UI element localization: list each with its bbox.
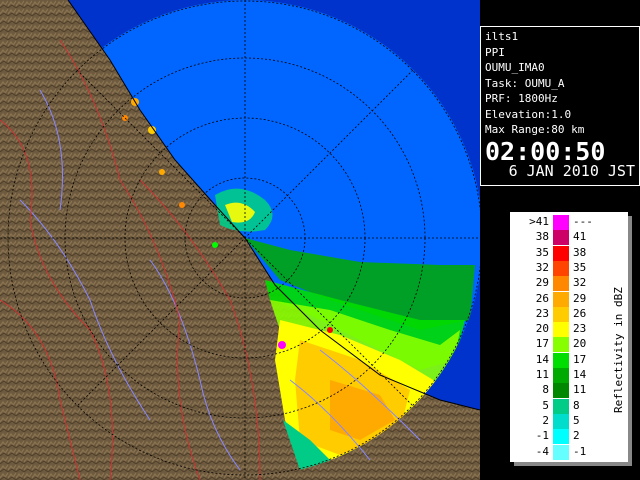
- legend-upper-bound: 35: [573, 260, 587, 274]
- legend-lower-bound: 5: [542, 398, 549, 412]
- legend-lower-bound: >41: [529, 215, 549, 228]
- legend-upper-bound: -1: [573, 444, 587, 458]
- prf-label: PRF: 1800Hz: [485, 92, 558, 105]
- legend-row: 32 35: [511, 260, 611, 276]
- legend-upper-bound: 38: [573, 245, 587, 259]
- legend-row: >41 ---: [511, 215, 611, 230]
- legend-swatch: [553, 291, 569, 307]
- legend-row: 20 23: [511, 322, 611, 338]
- legend-lower-bound: 35: [535, 245, 549, 259]
- legend-upper-bound: 17: [573, 352, 587, 366]
- legend-title: Reflectivity in dBZ: [612, 287, 625, 413]
- reflectivity-legend: >41 --- 38 41 35 38 32 35 29 32 26 29 23 26 20 23 17 20 14…: [510, 212, 628, 462]
- legend-swatch: [553, 413, 569, 429]
- legend-swatch: [553, 444, 569, 460]
- legend-swatch: [553, 230, 569, 246]
- radar-ppi-display[interactable]: [0, 0, 480, 480]
- legend-lower-bound: 14: [535, 352, 549, 366]
- legend-swatch: [553, 276, 569, 292]
- scan-name: OUMU_IMA0: [485, 61, 545, 74]
- legend-upper-bound: 2: [573, 429, 580, 443]
- task-label: Task: OUMU_A: [485, 76, 565, 90]
- legend-lower-bound: 17: [535, 337, 549, 351]
- scan-date: 6 JAN 2010 JST: [508, 161, 635, 180]
- legend-upper-bound: 26: [573, 306, 587, 320]
- legend-upper-bound: 14: [573, 368, 587, 381]
- legend-lower-bound: 2: [542, 413, 549, 427]
- station-name: ilts1: [485, 30, 519, 43]
- legend-row: 17 20: [511, 337, 611, 353]
- legend-row: 29 32: [511, 276, 611, 292]
- legend-row: 35 38: [511, 245, 611, 261]
- legend-lower-bound: 11: [535, 368, 549, 381]
- scan-info-panel: ilts1 PPI OUMU_IMA0 Task: OUMU_A PRF: 18…: [480, 26, 640, 186]
- legend-row: 26 29: [511, 291, 611, 307]
- legend-swatch: [553, 260, 569, 276]
- legend-upper-bound: 23: [573, 322, 587, 336]
- legend-swatch: [553, 245, 569, 261]
- legend-row: 25: [511, 413, 611, 429]
- legend-swatch: [553, 383, 569, 399]
- scan-mode: PPI: [485, 45, 505, 59]
- legend-upper-bound: 32: [573, 276, 587, 290]
- legend-panel: >41 --- 38 41 35 38 32 35 29 32 26 29 23 26 20 23 17 20 14…: [496, 206, 640, 466]
- legend-swatch: [553, 398, 569, 414]
- legend-upper-bound: 8: [573, 398, 580, 412]
- legend-row: 58: [511, 398, 611, 414]
- legend-lower-bound: 20: [535, 322, 549, 336]
- legend-row: -1 2: [511, 429, 611, 445]
- legend-row: 14 17: [511, 352, 611, 368]
- legend-lower-bound: 32: [535, 260, 549, 274]
- legend-swatch: [553, 429, 569, 445]
- legend-row: -4 -1: [511, 444, 611, 460]
- elevation-label: Elevation:1.0: [485, 107, 572, 121]
- legend-upper-bound: 41: [573, 230, 587, 244]
- legend-swatch: [553, 368, 569, 383]
- max-range-label: Max Range:80 km: [485, 123, 585, 136]
- legend-swatch: [553, 215, 569, 230]
- legend-lower-bound: 29: [535, 276, 549, 290]
- legend-upper-bound: 29: [573, 291, 587, 305]
- legend-swatch: [553, 306, 569, 322]
- legend-upper-bound: 11: [573, 383, 587, 397]
- legend-swatch: [553, 352, 569, 368]
- legend-upper-bound: ---: [573, 215, 593, 228]
- legend-swatch: [553, 322, 569, 338]
- legend-upper-bound: 5: [573, 413, 580, 427]
- legend-lower-bound: 23: [535, 306, 549, 320]
- legend-row: 38 41: [511, 230, 611, 246]
- legend-lower-bound: 8: [542, 383, 549, 397]
- legend-lower-bound: 38: [535, 230, 549, 244]
- legend-swatch: [553, 337, 569, 353]
- legend-upper-bound: 20: [573, 337, 587, 351]
- legend-row: 8 11: [511, 383, 611, 399]
- legend-row: 11 14: [511, 368, 611, 383]
- legend-lower-bound: -4: [535, 444, 549, 458]
- legend-lower-bound: 26: [535, 291, 549, 305]
- legend-lower-bound: -1: [535, 429, 549, 443]
- scan-time: 02:00:50: [485, 136, 606, 166]
- legend-row: 23 26: [511, 306, 611, 322]
